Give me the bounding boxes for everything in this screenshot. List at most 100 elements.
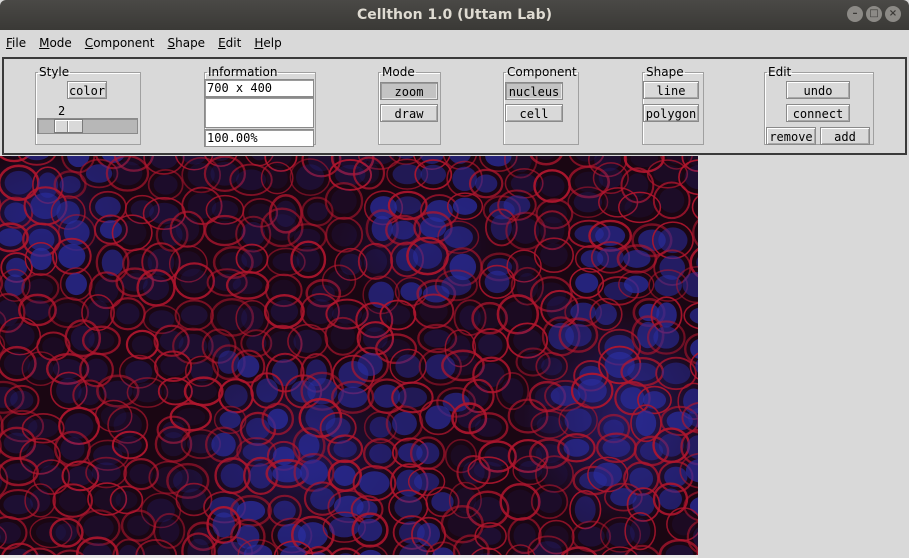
nucleus-blob bbox=[563, 438, 590, 457]
nucleus-blob bbox=[385, 305, 411, 325]
nucleus-blob bbox=[416, 442, 440, 465]
nucleus-blob bbox=[480, 527, 502, 545]
draw-mode-button[interactable]: draw bbox=[380, 104, 438, 122]
menu-edit[interactable]: Edit bbox=[212, 36, 248, 50]
nucleus-blob bbox=[295, 164, 325, 191]
cell-button[interactable]: cell bbox=[505, 104, 563, 122]
nucleus-blob bbox=[513, 523, 536, 548]
nucleus-blob bbox=[236, 500, 266, 521]
nucleus-blob bbox=[394, 495, 423, 519]
nucleus-blob bbox=[141, 544, 171, 555]
nucleus-button[interactable]: nucleus bbox=[505, 82, 563, 100]
cell-image bbox=[0, 156, 698, 555]
menu-help[interactable]: Help bbox=[248, 36, 288, 50]
nucleus-blob bbox=[391, 220, 416, 240]
nucleus-blob bbox=[412, 243, 443, 269]
nucleus-blob bbox=[630, 156, 659, 168]
nucleus-blob bbox=[484, 270, 510, 294]
menu-shape[interactable]: Shape bbox=[161, 36, 212, 50]
nucleus-blob bbox=[54, 302, 83, 323]
nucleus-blob bbox=[83, 515, 114, 540]
nucleus-blob bbox=[623, 250, 651, 268]
add-button[interactable]: add bbox=[820, 127, 870, 145]
maximize-icon[interactable]: □ bbox=[866, 6, 882, 22]
nucleus-blob bbox=[28, 228, 55, 251]
nucleus-blob bbox=[485, 156, 512, 167]
nucleus-blob bbox=[58, 243, 86, 269]
nucleus-blob bbox=[595, 303, 617, 326]
nucleus-blob bbox=[142, 275, 170, 301]
nucleus-blob bbox=[180, 268, 209, 294]
undo-button[interactable]: undo bbox=[786, 81, 850, 99]
component-legend: Component bbox=[507, 65, 577, 79]
menu-component[interactable]: Component bbox=[79, 36, 162, 50]
nucleus-blob bbox=[598, 167, 624, 189]
nucleus-blob bbox=[629, 518, 651, 545]
nucleus-blob bbox=[219, 411, 241, 429]
nucleus-blob bbox=[4, 170, 33, 195]
color-button[interactable]: color bbox=[67, 81, 107, 99]
empty-panel bbox=[698, 156, 909, 558]
nucleus-blob bbox=[506, 489, 534, 515]
nucleus-blob bbox=[241, 249, 263, 269]
information-legend: Information bbox=[208, 65, 278, 79]
connect-button[interactable]: connect bbox=[786, 104, 850, 122]
nucleus-blob bbox=[333, 465, 356, 486]
nucleus-blob bbox=[241, 305, 264, 331]
nucleus-blob bbox=[251, 156, 268, 161]
zoom-mode-button[interactable]: zoom bbox=[380, 82, 438, 100]
polygon-button[interactable]: polygon bbox=[643, 104, 699, 122]
nucleus-blob bbox=[211, 432, 236, 457]
nucleus-blob bbox=[112, 161, 143, 186]
nucleus-blob bbox=[658, 227, 688, 254]
nucleus-blob bbox=[88, 331, 115, 350]
nucleus-blob bbox=[115, 491, 138, 509]
nucleus-blob bbox=[577, 378, 607, 403]
nucleus-blob bbox=[624, 197, 655, 218]
nucleus-blob bbox=[539, 175, 565, 197]
menu-bar: File Mode Component Shape Edit Help bbox=[0, 30, 909, 56]
slider-value: 2 bbox=[58, 104, 66, 118]
nucleus-blob bbox=[149, 156, 179, 170]
menu-mode[interactable]: Mode bbox=[33, 36, 79, 50]
nucleus-blob bbox=[473, 461, 503, 479]
nucleus-blob bbox=[474, 174, 498, 193]
nucleus-blob bbox=[85, 358, 108, 382]
nucleus-blob bbox=[67, 466, 94, 486]
nucleus-blob bbox=[10, 390, 34, 410]
nucleus-blob bbox=[395, 354, 421, 378]
nucleus-blob bbox=[117, 220, 147, 246]
nucleus-blob bbox=[441, 275, 472, 296]
nucleus-blob bbox=[419, 299, 448, 323]
minimize-icon[interactable]: – bbox=[847, 6, 863, 22]
nucleus-blob bbox=[158, 519, 180, 543]
nucleus-blob bbox=[186, 434, 215, 454]
nucleus-blob bbox=[65, 272, 88, 296]
style-slider[interactable] bbox=[37, 118, 138, 134]
menu-file[interactable]: File bbox=[0, 36, 33, 50]
window-title: Cellthon 1.0 (Uttam Lab) bbox=[356, 7, 552, 23]
nucleus-blob bbox=[95, 196, 121, 218]
nucleus-blob bbox=[420, 164, 447, 185]
close-icon[interactable]: × bbox=[885, 6, 901, 22]
nucleus-blob bbox=[635, 410, 657, 437]
nucleus-blob bbox=[38, 465, 65, 490]
slider-handle[interactable] bbox=[54, 119, 83, 133]
nucleus-blob bbox=[474, 417, 502, 437]
window-titlebar: Cellthon 1.0 (Uttam Lab) – □ × bbox=[0, 0, 909, 30]
nucleus-blob bbox=[64, 413, 94, 439]
nucleus-blob bbox=[296, 246, 320, 273]
nucleus-blob bbox=[266, 167, 288, 189]
image-canvas[interactable] bbox=[0, 156, 698, 555]
line-button[interactable]: line bbox=[643, 81, 699, 99]
nucleus-blob bbox=[658, 488, 682, 510]
nucleus-blob bbox=[30, 247, 52, 271]
nucleus-blob bbox=[593, 462, 623, 487]
remove-button[interactable]: remove bbox=[766, 127, 816, 145]
nucleus-blob bbox=[623, 275, 649, 294]
nucleus-blob bbox=[63, 220, 90, 245]
nucleus-blob bbox=[337, 386, 368, 408]
nucleus-blob bbox=[131, 335, 153, 354]
nucleus-blob bbox=[146, 498, 175, 523]
nucleus-blob bbox=[394, 196, 422, 215]
